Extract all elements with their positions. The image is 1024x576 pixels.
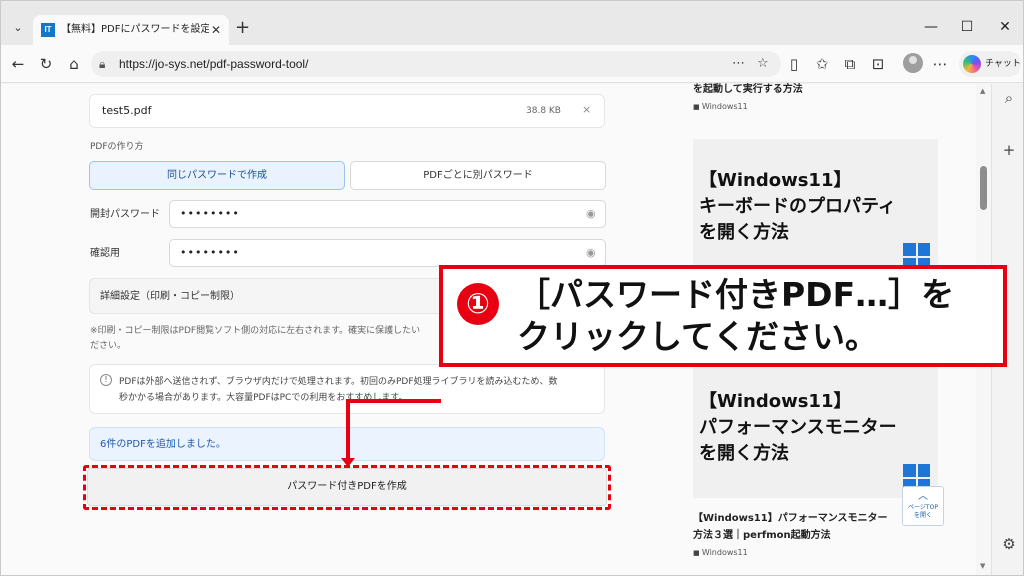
show-password-eye-icon[interactable]: ◉ — [586, 207, 596, 221]
card2-line-2: パフォーマンスモニター — [699, 417, 897, 438]
chevron-up-icon: ︿ — [918, 491, 928, 502]
browser-toolbar: ← ↻ ⌂ 🔒︎ https://jo-sys.net/pdf-password… — [1, 45, 1023, 83]
confirm-password-input[interactable]: •••••••• ◉ — [169, 239, 606, 267]
annotation-arrow-vertical — [346, 399, 350, 461]
minimize-icon[interactable]: — — [921, 17, 941, 37]
maximize-icon[interactable]: ☐ — [957, 17, 977, 37]
scroll-up-icon[interactable]: ▲ — [980, 87, 985, 95]
gear-icon[interactable]: ⚙ — [999, 534, 1019, 554]
article-link-top[interactable]: を起動して実行する方法 — [693, 84, 803, 96]
search-icon[interactable]: ⌕ — [999, 88, 1019, 108]
lock-icon[interactable]: 🔒︎ — [99, 56, 105, 72]
article-category-top[interactable]: Windows11 — [693, 102, 748, 112]
annotation-arrow-head — [341, 458, 355, 467]
browser-window: ⌄ IT 【無料】PDFにパスワードを設定するツール ✕ + — ☐ ✕ ← ↻… — [0, 0, 1024, 576]
back-icon[interactable]: ← — [7, 53, 29, 75]
same-password-option[interactable]: 同じパスワードで作成 — [89, 161, 345, 190]
info-line-1: PDFは外部へ送信されず、ブラウザ内だけで処理されます。初回のみPDF処理ライブ… — [119, 377, 558, 387]
file-size: 38.8 KB — [526, 106, 561, 116]
menu-more-icon[interactable]: ⋯ — [929, 53, 951, 75]
site-favicon: IT — [41, 23, 55, 37]
scroll-down-icon[interactable]: ▼ — [980, 562, 985, 570]
open-password-label: 開封パスワード — [90, 209, 160, 220]
scroll-thumb[interactable] — [980, 166, 987, 210]
per-file-password-option[interactable]: PDFごとに別パスワード — [350, 161, 606, 190]
tab-title: 【無料】PDFにパスワードを設定するツール — [61, 24, 209, 35]
window-close-icon[interactable]: ✕ — [995, 17, 1015, 37]
callout-line-1: ［パスワード付きPDF…］を — [517, 275, 955, 314]
favorites-icon[interactable]: ✩ — [811, 53, 833, 75]
screenshot-icon[interactable]: ⊡ — [867, 53, 889, 75]
tab-actions-chevron-down-icon[interactable]: ⌄ — [9, 19, 27, 37]
instruction-callout: ① ［パスワード付きPDF…］を クリックしてください。 — [439, 265, 1007, 367]
article-card-perfmon[interactable]: 【Windows11】 パフォーマンスモニター を開く方法 — [693, 346, 938, 498]
step-number-badge: ① — [457, 283, 499, 325]
avatar-icon[interactable] — [903, 53, 923, 73]
open-password-input[interactable]: •••••••• ◉ — [169, 200, 606, 228]
info-line-2: 秒かかる場合があります。大容量PDFはPCでの利用をおすすめします。 — [119, 393, 408, 403]
article-category-bottom[interactable]: Windows11 — [693, 548, 748, 558]
article-link-perfmon-line-2[interactable]: 方法３選｜perfmon起動方法 — [693, 527, 933, 544]
file-name: test5.pdf — [102, 104, 152, 117]
remove-file-close-icon[interactable]: × — [582, 103, 591, 117]
chat-label: チャット — [985, 59, 1021, 69]
copilot-chat-button[interactable]: チャット — [959, 51, 1021, 77]
article-link-perfmon-line-1[interactable]: 【Windows11】パフォーマンスモニター — [693, 510, 933, 527]
add-sidebar-plus-icon[interactable]: + — [999, 140, 1019, 160]
home-icon[interactable]: ⌂ — [63, 53, 85, 75]
tab-active[interactable]: IT 【無料】PDFにパスワードを設定するツール ✕ — [33, 15, 229, 45]
button-highlight-frame — [83, 465, 611, 510]
open-password-value: •••••••• — [180, 207, 240, 220]
callout-line-2: クリックしてください。 — [517, 317, 879, 356]
refresh-icon[interactable]: ↻ — [35, 53, 57, 75]
confirm-password-label: 確認用 — [90, 248, 120, 259]
address-bar[interactable]: 🔒︎ https://jo-sys.net/pdf-password-tool/… — [91, 51, 781, 77]
card2-line-1: 【Windows11】 — [699, 391, 852, 412]
annotation-arrow-horizontal — [346, 399, 441, 403]
tab-bar: ⌄ IT 【無料】PDFにパスワードを設定するツール ✕ + — ☐ ✕ — [1, 1, 1023, 45]
file-list-item: test5.pdf 38.8 KB × — [89, 94, 605, 128]
copilot-icon — [963, 55, 981, 73]
more-icon[interactable]: ⋯ — [732, 55, 745, 73]
card1-line-1: 【Windows11】 — [699, 170, 852, 191]
success-message: 6件のPDFを追加しました。 — [100, 439, 226, 450]
card2-line-3: を開く方法 — [699, 443, 789, 464]
star-icon[interactable]: ☆ — [757, 55, 769, 73]
reading-icon[interactable]: ▯ — [783, 53, 805, 75]
advanced-settings-label: 詳細設定（印刷・コピー制限） — [100, 291, 240, 302]
collections-icon[interactable]: ⧉ — [839, 53, 861, 75]
address-url: https://jo-sys.net/pdf-password-tool/ — [119, 57, 309, 71]
confirm-password-value: •••••••• — [180, 246, 240, 259]
show-confirm-eye-icon[interactable]: ◉ — [586, 246, 596, 260]
new-tab-plus-icon[interactable]: + — [235, 19, 250, 37]
card1-line-2: キーボードのプロパティ — [699, 196, 896, 217]
tab-close-icon[interactable]: ✕ — [211, 22, 221, 38]
card1-line-3: を開く方法 — [699, 222, 789, 243]
mode-section-label: PDFの作り方 — [90, 142, 144, 152]
info-icon: ! — [100, 374, 112, 386]
